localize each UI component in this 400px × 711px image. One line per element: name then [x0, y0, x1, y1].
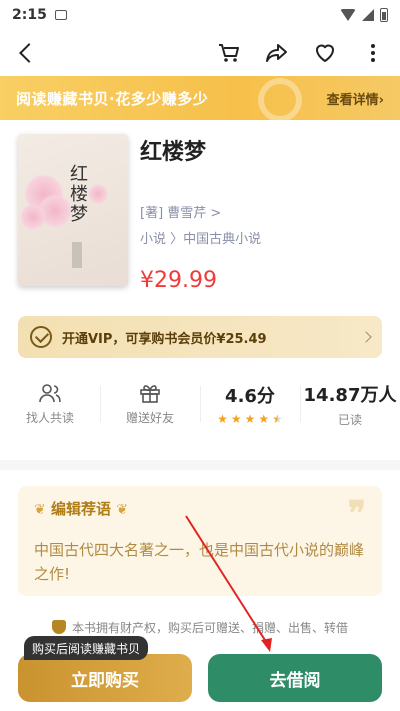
more-menu-icon[interactable]: [358, 38, 388, 68]
reward-banner[interactable]: 阅读赚藏书贝·花多少赚多少 查看详情›: [0, 76, 400, 120]
wifi-icon: [340, 9, 356, 21]
star-icon: ★: [217, 412, 228, 426]
book-cover[interactable]: 红楼梦: [18, 134, 128, 286]
cover-title: 红楼梦: [67, 164, 88, 224]
book-author-link[interactable]: [著] 曹雪芹 >: [140, 202, 221, 221]
cart-icon[interactable]: [214, 38, 244, 68]
chevron-right-icon: [360, 331, 372, 343]
rating-stat: 4.6分 ★ ★ ★ ★ ★: [200, 372, 300, 436]
laurel-left-icon: ❦: [34, 502, 46, 518]
status-time: 2:15: [12, 7, 47, 23]
gift-icon: [140, 384, 160, 403]
readers-label: 已读: [337, 412, 362, 427]
editor-recommendation-section: ❦ 编辑荐语 ❦ ❞ 中国古代四大名著之一，也是中国古代小说的巅峰之作!: [0, 470, 400, 610]
banner-detail-link[interactable]: 查看详情›: [327, 89, 384, 108]
vip-diamond-icon: [30, 326, 52, 348]
signal-icon: [362, 9, 374, 21]
image-notification-icon: [54, 10, 67, 20]
vip-offer-text: 开通VIP，可享购书会员价¥25.49: [62, 331, 267, 347]
half-star-icon: ★: [272, 412, 283, 426]
rating-stars: ★ ★ ★ ★ ★: [217, 412, 283, 426]
vip-offer-bar[interactable]: 开通VIP，可享购书会员价¥25.49: [18, 316, 382, 358]
shield-check-icon: [51, 620, 66, 634]
editor-recommendation-heading: ❦ 编辑荐语 ❦: [34, 500, 128, 518]
readers-count: 14.87万人: [303, 384, 397, 406]
ownership-notice-text: 本书拥有财产权，购买后可赠送、捐赠、出售、转借: [71, 620, 348, 635]
g-logo-icon: [258, 78, 302, 120]
battery-icon: [380, 8, 388, 22]
borrow-button[interactable]: 去借阅: [208, 654, 382, 702]
find-co-readers-button[interactable]: 找人共读: [0, 372, 100, 436]
editor-recommendation-card: ❦ 编辑荐语 ❦ ❞ 中国古代四大名著之一，也是中国古代小说的巅峰之作!: [18, 486, 382, 596]
people-icon: [39, 383, 61, 402]
laurel-right-icon: ❦: [116, 502, 128, 518]
quote-mark-icon: ❞: [347, 494, 366, 534]
book-stats: 找人共读 赠送好友 4.6分 ★ ★ ★ ★ ★ 14.87万人 已读: [0, 372, 400, 436]
gift-friend-label: 赠送好友: [125, 410, 174, 425]
cover-publisher-mark: [72, 242, 82, 268]
back-icon[interactable]: [12, 39, 40, 67]
rating-score: 4.6分: [225, 386, 275, 407]
star-icon: ★: [244, 412, 256, 426]
find-co-readers-label: 找人共读: [25, 410, 74, 425]
star-icon: ★: [230, 412, 242, 426]
book-category-link[interactable]: 小说 〉中国古典小说: [140, 228, 261, 247]
gift-friend-button[interactable]: 赠送好友: [100, 372, 200, 436]
favorite-heart-icon[interactable]: [310, 38, 340, 68]
book-title: 红楼梦: [140, 140, 207, 165]
banner-text: 阅读赚藏书贝·花多少赚多少: [16, 89, 209, 108]
book-info-section: 红楼梦 红楼梦 [著] 曹雪芹 > 小说 〉中国古典小说 ¥29.99 开通VI…: [0, 120, 400, 460]
share-icon[interactable]: [262, 38, 292, 68]
buy-reward-tooltip: 购买后阅读赚藏书贝: [24, 636, 149, 660]
top-navigation-bar: [0, 30, 400, 76]
editor-recommendation-text: 中国古代四大名著之一，也是中国古代小说的巅峰之作!: [34, 541, 365, 583]
star-icon: ★: [258, 412, 270, 426]
buy-now-button[interactable]: 立即购买: [18, 654, 192, 702]
readers-stat: 14.87万人 已读: [300, 372, 400, 436]
status-bar: 2:15: [0, 0, 400, 30]
book-price: ¥29.99: [140, 268, 217, 293]
